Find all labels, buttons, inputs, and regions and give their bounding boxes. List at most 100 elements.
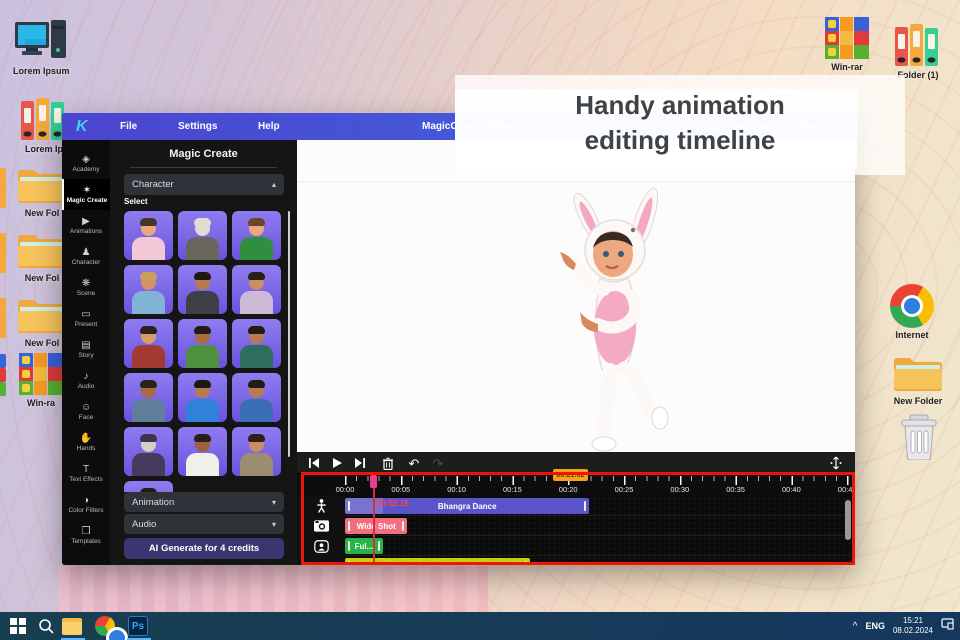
desktop-icon-label: New Fol xyxy=(24,338,60,348)
skip-end-button[interactable] xyxy=(353,456,367,470)
tracks-scrollbar[interactable] xyxy=(845,500,851,540)
sidebar-item-label: Templates xyxy=(71,537,101,545)
desktop-icon-binders-2[interactable]: Folder (1) xyxy=(894,22,942,80)
arc-icon xyxy=(297,556,345,565)
templates-icon: ❒ xyxy=(81,525,91,537)
clip-camera-track[interactable]: Wide Shot xyxy=(345,518,408,534)
sidebar-item-label: Academy xyxy=(72,165,100,173)
clip-label: Bhangra Dance xyxy=(437,501,497,511)
character-thumbnail-denim-woman[interactable] xyxy=(124,373,173,422)
desktop-icon-folder-2[interactable]: New Fol xyxy=(16,231,68,283)
panel-title-divider xyxy=(130,167,277,168)
clip-framing-track[interactable]: Ful... xyxy=(345,538,383,554)
menu-file[interactable]: File xyxy=(120,113,137,140)
desktop-icon-folder-1[interactable]: New Fol xyxy=(16,166,68,218)
desktop-icon-winrar-1[interactable]: Win-ra xyxy=(18,352,64,408)
desktop-icon-binders-1[interactable]: Lorem Ip xyxy=(20,96,68,154)
sidebar-item-face[interactable]: ☺ Face xyxy=(62,396,110,427)
panel-scrollbar[interactable] xyxy=(288,211,290,457)
sidebar-item-label: Animations xyxy=(69,227,103,235)
character-thumbnail-lilac-woman[interactable] xyxy=(232,265,281,314)
menu-help[interactable]: Help xyxy=(258,113,280,140)
notifications-icon[interactable] xyxy=(941,617,954,635)
character-thumbnail-blue-woman[interactable] xyxy=(232,373,281,422)
skip-start-button[interactable] xyxy=(307,456,321,470)
character-thumbnail-white-shirt-woman[interactable] xyxy=(178,427,227,476)
sidebar-item-academy[interactable]: ◈ Academy xyxy=(62,148,110,179)
timeline-marker-badge[interactable]: 00:21:02 xyxy=(552,469,589,481)
character-thumbnail-floral-man[interactable] xyxy=(232,319,281,368)
magic-create-panel: Magic Create Character ▴ Select Animatio… xyxy=(110,140,297,565)
app-logo[interactable]: K xyxy=(76,113,88,140)
delete-button[interactable] xyxy=(381,456,395,470)
callout-line-1: Handy animation xyxy=(575,90,785,120)
desktop-icon-internet[interactable]: Internet xyxy=(890,284,934,340)
ai-generate-button[interactable]: AI Generate for 4 credits xyxy=(124,538,284,559)
chevron-down-icon: ▾ xyxy=(271,519,276,529)
start-button[interactable] xyxy=(8,616,28,636)
sidebar-item-color-filters[interactable]: ◑ Color Filters xyxy=(62,489,110,520)
frame-icon xyxy=(297,536,345,556)
playhead-handle[interactable] xyxy=(369,475,377,488)
character-thumbnail-waving-man[interactable] xyxy=(124,481,173,492)
desktop-icon-winrar-2[interactable]: Win-rar xyxy=(824,16,870,72)
clipped-icon-fragment xyxy=(0,368,6,382)
computer-icon xyxy=(13,20,69,64)
character-thumbnail-skeleton[interactable] xyxy=(178,211,227,260)
character-thumbnail-black-shirt-man[interactable] xyxy=(178,265,227,314)
audio-dropdown[interactable]: Audio ▾ xyxy=(124,514,284,534)
character-thumbnail-sunhat-woman[interactable] xyxy=(124,265,173,314)
character-thumbnail-elf[interactable] xyxy=(232,211,281,260)
sidebar-item-templates[interactable]: ❒ Templates xyxy=(62,520,110,551)
ruler-label: 00:20 xyxy=(558,485,578,494)
character-thumbnail-blue-boy[interactable] xyxy=(178,373,227,422)
desktop-icon-folder-3[interactable]: New Fol xyxy=(16,296,68,348)
character-thumbnail-witch[interactable] xyxy=(124,427,173,476)
sidebar-item-scene[interactable]: ❋ Scene xyxy=(62,272,110,303)
file-explorer-icon[interactable] xyxy=(62,616,82,636)
sidebar-item-audio[interactable]: ♪ Audio xyxy=(62,365,110,396)
chrome-taskbar-icon[interactable] xyxy=(95,616,128,640)
desktop-icon-label: Win-ra xyxy=(27,398,55,408)
sidebar-item-character[interactable]: ♟ Character xyxy=(62,241,110,272)
chevron-up-icon: ▴ xyxy=(271,180,276,189)
character-thumbnail-bunny-girl[interactable] xyxy=(124,211,173,260)
sidebar-item-text-effects[interactable]: T Text Effects xyxy=(62,458,110,489)
taskbar-clock[interactable]: 15:21 08.02.2024 xyxy=(893,616,933,636)
audio-icon: ♪ xyxy=(83,370,89,382)
character-thumbnail-green-woman[interactable] xyxy=(178,319,227,368)
character-preview xyxy=(560,187,669,452)
panel-title: Magic Create xyxy=(169,148,238,160)
playhead-time-label: 00:02:15 xyxy=(376,499,409,508)
sidebar-item-magic-create[interactable]: ✶ Magic Create xyxy=(62,179,110,210)
character-section-header[interactable]: Character ▴ xyxy=(124,174,284,195)
callout-line-2: editing timeline xyxy=(584,125,776,155)
character-thumbnail-red-jacket-man[interactable] xyxy=(124,319,173,368)
animation-dropdown-label: Animation xyxy=(132,496,175,508)
redo-button[interactable]: ↷ xyxy=(431,456,445,470)
timeline-fit-icon[interactable] xyxy=(829,456,843,470)
desktop-icon-label: Lorem Ipsum xyxy=(13,66,70,76)
desktop-icon-computer[interactable]: Lorem Ipsum xyxy=(13,20,70,76)
animation-dropdown[interactable]: Animation ▾ xyxy=(124,492,284,512)
menu-settings[interactable]: Settings xyxy=(178,113,217,140)
sidebar-item-story[interactable]: ▤ Story xyxy=(62,334,110,365)
photoshop-icon[interactable]: Ps xyxy=(128,616,148,636)
language-indicator[interactable]: ENG xyxy=(865,621,885,631)
search-icon[interactable] xyxy=(36,616,56,636)
scene-icon: ❋ xyxy=(81,277,91,289)
tray-chevron-icon[interactable]: ^ xyxy=(853,621,858,632)
desktop-icon-recycle-bin[interactable] xyxy=(898,414,940,460)
clipped-icon-fragment xyxy=(0,233,6,273)
sidebar-item-label: Audio xyxy=(77,382,95,390)
clipped-icon-fragment xyxy=(0,382,6,396)
sidebar-item-present[interactable]: ▭ Present xyxy=(62,303,110,334)
play-button[interactable] xyxy=(330,456,344,470)
undo-button[interactable]: ↶ xyxy=(407,456,421,470)
sidebar-item-animations[interactable]: ▶ Animations xyxy=(62,210,110,241)
playhead-line[interactable] xyxy=(372,478,375,565)
desktop-icon-label: Lorem Ip xyxy=(24,144,63,154)
sidebar-item-hands[interactable]: ✋ Hands xyxy=(62,427,110,458)
desktop-icon-folder-4[interactable]: New Folder xyxy=(892,354,944,406)
character-thumbnail-pointing-man[interactable] xyxy=(232,427,281,476)
